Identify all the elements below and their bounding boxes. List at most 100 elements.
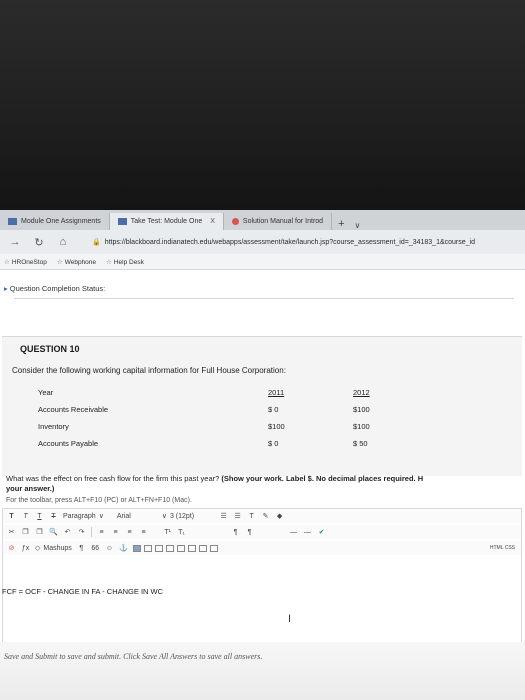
paragraph-select[interactable]: Paragraph ∨ (63, 512, 104, 521)
editor-toolbar-row-2: ✂ ❐ ❐ 🔍 ↶ ↷ ≡ ≡ ≡ ≡ T¹ T₁ ¶ ¶ — — ✔ (3, 525, 521, 539)
tab-list-chevron-icon[interactable]: ∨ (351, 221, 365, 230)
paragraph-mark-icon[interactable]: ¶ (77, 545, 86, 552)
align-left-icon[interactable]: ≡ (97, 529, 106, 536)
find-icon[interactable]: 🔍 (49, 528, 58, 536)
url-text: https://blackboard.indianatech.edu/webap… (104, 238, 475, 246)
font-size-value: 3 (12pt) (169, 512, 195, 520)
highlight-icon[interactable]: ✎ (261, 512, 270, 520)
rtl-icon[interactable]: ¶ (245, 529, 254, 536)
divider (14, 298, 514, 299)
cell-2011: $100 (268, 422, 285, 431)
table-merge-icon[interactable] (176, 544, 185, 552)
question-text: What was the effect on free cash flow fo… (6, 474, 521, 494)
star-icon: ☆ (56, 258, 63, 266)
table-row: Inventory $100 $100 (38, 418, 413, 435)
site-icon (231, 218, 239, 225)
table-delete-icon[interactable] (198, 544, 207, 552)
table-props-icon[interactable] (209, 544, 218, 552)
blackboard-icon (8, 218, 17, 225)
tab-take-test[interactable]: Take Test: Module One X (109, 213, 224, 230)
justify-icon[interactable]: ≡ (139, 529, 148, 536)
url-field[interactable]: 🔒 https://blackboard.indianatech.edu/web… (92, 238, 475, 247)
question-instructions: (Show your work. Label $. No decimal pla… (221, 474, 424, 483)
copy-icon[interactable]: ❐ (21, 528, 30, 536)
mashups-menu[interactable]: ◇ Mashups (35, 544, 72, 553)
redo-icon[interactable]: ↷ (77, 528, 86, 536)
home-icon[interactable]: ⌂ (56, 236, 70, 248)
table-row-icon[interactable] (143, 544, 152, 552)
forward-arrow-icon[interactable]: → (8, 236, 22, 248)
question-completion-status[interactable]: ▸ Question Completion Status: (4, 284, 105, 293)
superscript-icon[interactable]: T¹ (163, 529, 172, 536)
browser-screen: Module One Assignments Take Test: Module… (0, 210, 525, 700)
header-2012: 2012 (353, 388, 370, 397)
clear-format-icon[interactable]: ◆ (275, 512, 284, 520)
bold-button[interactable]: T (7, 513, 16, 520)
header-year: Year (38, 388, 54, 397)
favorite-hronestop[interactable]: ☆ HROneStop (4, 258, 47, 266)
question-number: QUESTION 10 (20, 344, 80, 354)
row-label: Inventory (38, 422, 69, 431)
align-center-icon[interactable]: ≡ (111, 529, 120, 536)
cell-2011: $ 0 (268, 405, 279, 414)
lock-icon: 🔒 (92, 239, 101, 246)
chevron-down-icon: ∨ (161, 513, 167, 520)
horizontal-rule-icon[interactable]: — (289, 529, 298, 536)
paste-icon[interactable]: ❐ (35, 528, 44, 536)
favorite-label: Help Desk (113, 258, 144, 266)
tab-label: Take Test: Module One (130, 218, 203, 225)
table-header-row: Year 2011 2012 (38, 384, 413, 401)
close-tab-icon[interactable]: X (210, 218, 215, 225)
cut-icon[interactable]: ✂ (7, 528, 16, 536)
text-color-icon[interactable]: T (247, 513, 256, 520)
subscript-icon[interactable]: T₁ (177, 529, 186, 536)
insert-media-icon[interactable]: ⊘ (7, 544, 16, 552)
tab-label: Solution Manual for Introd (242, 218, 324, 225)
quote-icon[interactable]: 66 (91, 545, 100, 552)
cell-2011: $ 0 (268, 439, 279, 448)
chevron-down-icon: ∨ (98, 513, 104, 520)
spellcheck-icon[interactable]: ✔ (317, 528, 326, 536)
emoticon-icon[interactable]: ☺ (105, 545, 114, 552)
font-size-select[interactable]: ∨ 3 (12pt) (161, 512, 195, 521)
answer-editor[interactable]: T T T T Paragraph ∨ Arial ∨ 3 (12pt) ☰ ☰ T… (2, 508, 522, 648)
italic-button[interactable]: T (21, 513, 30, 520)
table-icon[interactable] (132, 544, 141, 552)
table-cell-icon[interactable] (165, 544, 174, 552)
align-right-icon[interactable]: ≡ (125, 529, 134, 536)
favorites-bar: ☆ HROneStop ☆ Webphone ☆ Help Desk (0, 254, 525, 270)
cell-2012: $ 50 (353, 439, 368, 448)
dash-icon[interactable]: — (303, 529, 312, 536)
address-bar: → ↻ ⌂ 🔒 https://blackboard.indianatech.e… (0, 230, 525, 254)
strikethrough-button[interactable]: T (49, 513, 58, 520)
favorite-help-desk[interactable]: ☆ Help Desk (106, 258, 144, 266)
mashups-icon: ◇ (35, 545, 41, 552)
bullet-list-icon[interactable]: ☰ (219, 512, 228, 520)
html-css-button[interactable]: HTML CSS (490, 545, 515, 551)
cell-2012: $100 (353, 422, 370, 431)
numbered-list-icon[interactable]: ☰ (233, 512, 242, 520)
row-label: Accounts Receivable (38, 405, 109, 414)
font-select[interactable]: Arial (117, 513, 131, 520)
favorite-webphone[interactable]: ☆ Webphone (57, 258, 96, 266)
header-2011: 2011 (268, 388, 285, 397)
question-prompt: Consider the following working capital i… (12, 366, 286, 375)
page-footer (0, 642, 525, 700)
ltr-icon[interactable]: ¶ (231, 529, 240, 536)
underline-button[interactable]: T (35, 513, 44, 520)
tab-module-one-assignments[interactable]: Module One Assignments (0, 213, 110, 230)
paragraph-value: Paragraph (63, 512, 96, 520)
undo-icon[interactable]: ↶ (63, 528, 72, 536)
favorite-label: HROneStop (11, 258, 47, 266)
formula-icon[interactable]: ƒx (21, 545, 30, 552)
table-tools (132, 544, 218, 552)
answer-text[interactable]: FCF = OCF - CHANGE IN FA - CHANGE IN WC (2, 587, 163, 596)
refresh-icon[interactable]: ↻ (32, 236, 46, 249)
new-tab-button[interactable]: + (332, 218, 350, 230)
tab-solution-manual[interactable]: Solution Manual for Introd (224, 213, 333, 230)
toolbar-hint: For the toolbar, press ALT+F10 (PC) or A… (6, 497, 192, 504)
table-col-icon[interactable] (154, 544, 163, 552)
working-capital-table: Year 2011 2012 Accounts Receivable $ 0 $… (38, 384, 413, 452)
table-split-icon[interactable] (187, 544, 196, 552)
anchor-icon[interactable]: ⚓ (119, 544, 128, 552)
